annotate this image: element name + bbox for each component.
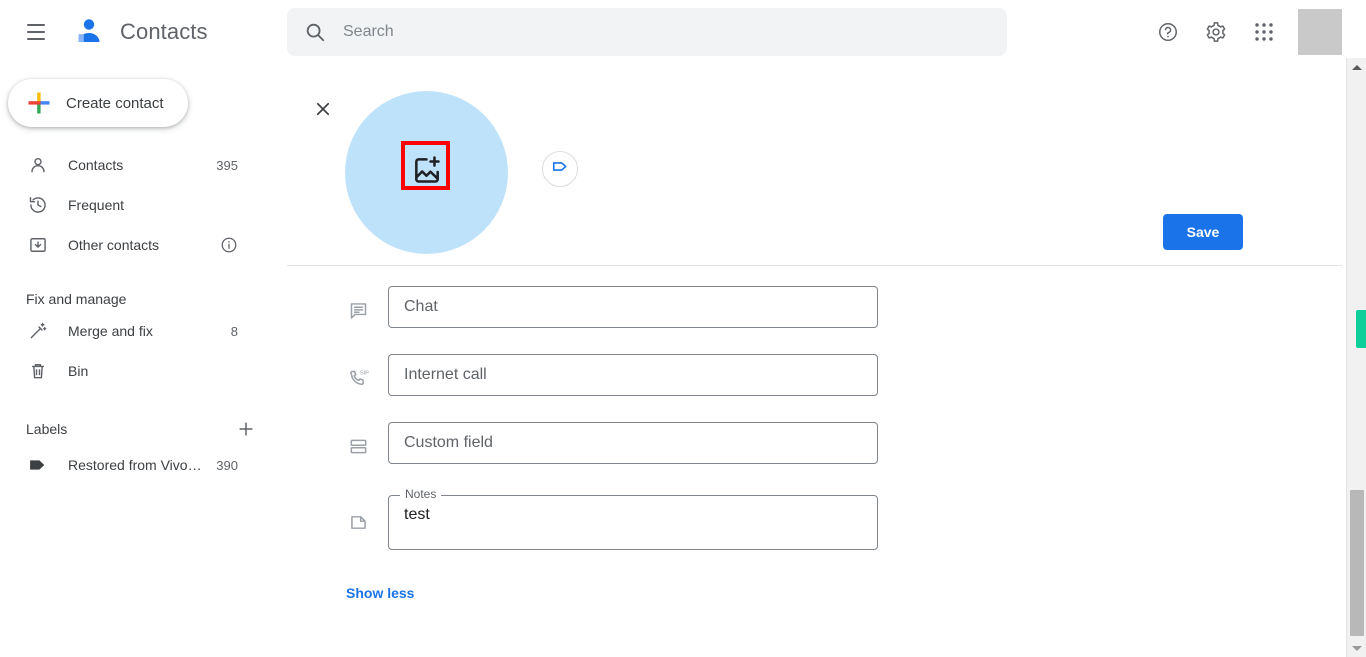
archive-box-icon [26,233,50,257]
sidebar-item-label: Other contacts [68,237,160,253]
account-avatar[interactable] [1298,9,1342,55]
field-row-chat [280,286,1346,354]
scrollbar-position-marker [1356,310,1366,348]
notes-textarea[interactable] [389,496,877,549]
sip-phone-icon: SIP [346,368,370,389]
magic-wand-icon [26,319,50,343]
notes-field-box[interactable] [388,495,878,550]
scroll-up-arrow-icon[interactable] [1347,58,1366,76]
contacts-app: Contacts Search Create contact Contacts … [0,0,1366,657]
search-bar[interactable] [287,8,1007,56]
sidebar-item-bin[interactable]: Bin [0,351,256,391]
chat-input[interactable] [389,298,877,316]
label-tag-icon [551,157,570,181]
sidebar-item-count: 8 [230,323,238,339]
help-button[interactable] [1148,12,1188,52]
custom-field-box[interactable] [388,422,878,464]
internet-call-field-box[interactable] [388,354,878,396]
app-header: Contacts [0,0,1366,64]
note-page-icon [346,512,370,533]
sidebar-item-frequent[interactable]: Frequent [0,185,256,225]
custom-rows-icon [346,436,370,457]
sidebar-item-label: Restored from Vivo… [68,457,202,473]
hamburger-menu-icon[interactable] [12,8,60,56]
close-x-icon[interactable] [303,89,343,129]
search-icon [303,20,327,44]
sidebar-item-label: Bin [68,363,89,379]
add-photo-icon [411,154,443,191]
create-contact-button[interactable]: Create contact [8,79,188,127]
add-label-button[interactable] [542,151,578,187]
search-input[interactable] [341,22,991,42]
notes-legend: Notes [400,487,442,501]
sidebar-item-label: Merge and fix [68,323,153,339]
svg-text:SIP: SIP [359,370,368,376]
section-divider [287,265,1342,266]
scroll-down-arrow-icon[interactable] [1347,639,1366,657]
app-title: Contacts [120,19,208,44]
sidebar-item-other-contacts[interactable]: Other contacts [0,225,256,265]
show-less-link[interactable]: Show less [346,585,414,601]
sidebar-item-label-restored[interactable]: Restored from Vivo… 390 [0,445,256,485]
field-row-notes: Notes [280,487,1346,580]
google-apps-button[interactable] [1244,12,1284,52]
labels-title: Labels [26,421,68,437]
sidebar-nav: Contacts 395 Frequent Other contacts Fix… [0,145,280,485]
header-actions [1140,0,1342,64]
create-contact-label: Create contact [66,94,164,112]
add-label-plus-icon[interactable] [234,417,258,441]
fix-and-manage-heading: Fix and manage [26,291,258,307]
sidebar-item-merge-and-fix[interactable]: Merge and fix 8 [0,311,256,351]
sidebar-item-contacts[interactable]: Contacts 395 [0,145,256,185]
other-contacts-info-icon[interactable] [220,236,238,254]
page-scrollbar[interactable] [1346,58,1366,657]
history-clock-icon [26,193,50,217]
field-row-internet-call: SIP [280,354,1346,422]
contact-edit-panel: Save Chat SIP Internet call Custom field… [280,64,1346,657]
fix-and-manage-title: Fix and manage [26,291,127,307]
sidebar-item-count: 395 [216,157,238,173]
scrollbar-thumb[interactable] [1350,490,1364,636]
sidebar-item-label: Contacts [68,157,124,173]
settings-button[interactable] [1196,12,1236,52]
contact-fields: SIP [280,286,1346,603]
save-button[interactable]: Save [1163,214,1243,250]
notes-field-wrap: Notes [388,487,878,550]
trash-bin-icon [26,359,50,383]
contacts-logo-icon [72,15,106,49]
internet-call-input[interactable] [389,366,877,384]
chat-field-box[interactable] [388,286,878,328]
plus-icon [26,90,52,116]
person-icon [26,153,50,177]
label-tag-icon [26,453,50,477]
chat-bubble-icon [346,300,370,321]
contact-photo-placeholder[interactable] [345,91,508,254]
custom-field-input[interactable] [389,434,877,452]
labels-heading: Labels [26,417,258,441]
sidebar: Create contact Contacts 395 Frequent Oth… [0,64,280,657]
field-row-custom [280,422,1346,490]
brand: Contacts [72,15,208,49]
sidebar-item-count: 390 [216,457,238,473]
sidebar-item-label: Frequent [68,197,125,213]
